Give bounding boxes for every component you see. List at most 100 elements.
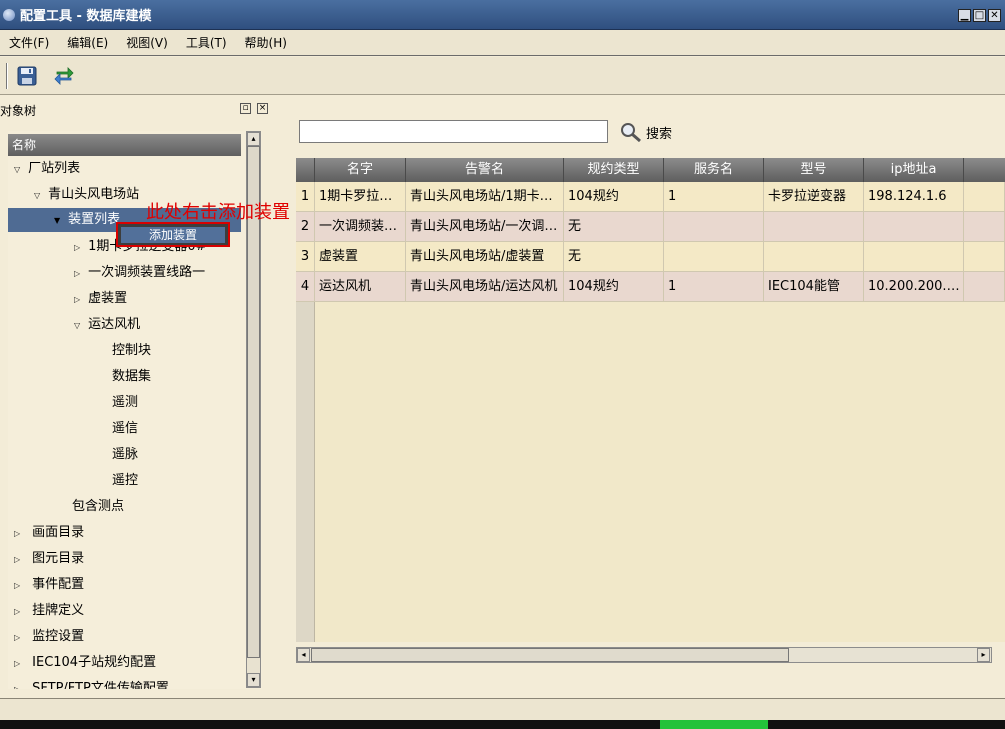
cell-service[interactable] (664, 212, 764, 242)
tree-item-station-list[interactable]: ▽ 厂站列表 (14, 157, 80, 181)
tree-column-header: 名称 (8, 134, 241, 156)
refresh-button[interactable] (51, 63, 77, 89)
table-row[interactable]: 4 运达风机 青山头风电场站/运达风机 104规约 1 IEC104能管 10.… (296, 272, 1005, 302)
scroll-thumb[interactable] (311, 648, 789, 662)
cell-service[interactable]: 1 (664, 272, 764, 302)
expand-triangle-icon[interactable]: ▷ (74, 236, 84, 260)
menu-tools[interactable]: 工具(T) (177, 34, 236, 51)
menu-help[interactable]: 帮助(H) (236, 34, 296, 51)
cell-protocol[interactable]: 104规约 (564, 182, 664, 212)
table-row[interactable]: 3 虚装置 青山头风电场站/虚装置 无 (296, 242, 1005, 272)
column-header-service[interactable]: 服务名 (664, 158, 764, 182)
expand-triangle-icon[interactable]: ▷ (14, 652, 24, 676)
tree-item-telesignal[interactable]: 遥信 (112, 417, 138, 441)
cell-model[interactable] (764, 242, 864, 272)
row-number: 1 (296, 182, 315, 212)
scroll-left-button[interactable]: ◂ (297, 648, 310, 662)
collapse-triangle-icon[interactable]: ▼ (54, 209, 64, 233)
cell-name[interactable]: 运达风机 (315, 272, 406, 302)
cell-ip[interactable]: 198.124.1.6 (864, 182, 964, 212)
tree-item-included-points[interactable]: 包含测点 (72, 495, 124, 519)
collapse-triangle-icon[interactable]: ▽ (14, 158, 24, 182)
menu-edit[interactable]: 编辑(E) (58, 34, 117, 51)
minimize-button[interactable]: ▁ (958, 9, 971, 22)
tree-item-symbol-catalog[interactable]: ▷ 图元目录 (14, 547, 84, 571)
toolbar-grip[interactable] (6, 62, 8, 89)
scroll-up-button[interactable]: ▴ (247, 132, 260, 146)
float-panel-icon[interactable]: ▫ (240, 103, 251, 114)
cell-ip[interactable]: 10.200.200.… (864, 272, 964, 302)
tree-item-virtual-device[interactable]: ▷ 虚装置 (74, 287, 127, 311)
cell-alarm-name[interactable]: 青山头风电场站/1期卡… (406, 182, 564, 212)
save-button[interactable] (14, 63, 40, 89)
column-header-protocol[interactable]: 规约类型 (564, 158, 664, 182)
tree-item-event-config[interactable]: ▷ 事件配置 (14, 573, 84, 597)
cell-alarm-name[interactable]: 青山头风电场站/虚装置 (406, 242, 564, 272)
expand-triangle-icon[interactable]: ▷ (74, 262, 84, 286)
menu-file[interactable]: 文件(F) (0, 34, 58, 51)
scroll-right-button[interactable]: ▸ (977, 648, 990, 662)
tree-item-telecontrol[interactable]: 遥控 (112, 469, 138, 493)
search-button[interactable]: 搜索 (620, 122, 672, 142)
tree-item-control-block[interactable]: 控制块 (112, 339, 151, 363)
tree-item-sftp-config[interactable]: ▷ SFTP/FTP文件传输配置 (14, 677, 169, 689)
refresh-arrows-icon (54, 66, 74, 85)
tree-item-dataset[interactable]: 数据集 (112, 365, 151, 389)
cell-name[interactable]: 一次调频装置… (315, 212, 406, 242)
cell-name[interactable]: 虚装置 (315, 242, 406, 272)
tree-item-telepulse[interactable]: 遥脉 (112, 443, 138, 467)
close-button[interactable]: ✕ (988, 9, 1001, 22)
expand-triangle-icon[interactable]: ▷ (74, 288, 84, 312)
cell-ip[interactable] (864, 212, 964, 242)
cell-model[interactable]: 卡罗拉逆变器 (764, 182, 864, 212)
tree-item-label: 遥测 (112, 395, 139, 410)
tree-item-station[interactable]: ▽ 青山头风电场站 (34, 183, 139, 207)
close-panel-icon[interactable]: × (257, 103, 268, 114)
tree-item-device-list[interactable]: ▼ 装置列表 (54, 208, 120, 232)
menu-view[interactable]: 视图(V) (117, 34, 177, 51)
taskbar-active-item[interactable] (660, 720, 768, 729)
cell-model[interactable]: IEC104能管 (764, 272, 864, 302)
collapse-triangle-icon[interactable]: ▽ (34, 184, 44, 208)
search-input[interactable] (299, 120, 608, 143)
cell-name[interactable]: 1期卡罗拉逆变 (315, 182, 406, 212)
table-header: 名字 告警名 规约类型 服务名 型号 ip地址a (296, 158, 1005, 182)
maximize-button[interactable]: □ (973, 9, 986, 22)
expand-triangle-icon[interactable]: ▷ (14, 522, 24, 546)
column-header-ip[interactable]: ip地址a (864, 158, 964, 182)
cell-service[interactable]: 1 (664, 182, 764, 212)
tree-item-label: 青山头风电场站 (48, 187, 140, 202)
tree-item-tag-definition[interactable]: ▷ 挂牌定义 (14, 599, 84, 623)
tree-item-iec104-config[interactable]: ▷ IEC104子站规约配置 (14, 651, 156, 675)
object-tree-title: 对象树 (0, 104, 37, 118)
cell-protocol[interactable]: 无 (564, 212, 664, 242)
column-header-name[interactable]: 名字 (315, 158, 406, 182)
cell-service[interactable] (664, 242, 764, 272)
tree-item-telemetry[interactable]: 遥测 (112, 391, 138, 415)
expand-triangle-icon[interactable]: ▷ (14, 626, 24, 650)
cell-alarm-name[interactable]: 青山头风电场站/一次调… (406, 212, 564, 242)
expand-triangle-icon[interactable]: ▷ (14, 574, 24, 598)
tree-item-freq-device[interactable]: ▷ 一次调频装置线路一 (74, 261, 205, 285)
table-horizontal-scrollbar[interactable]: ◂ ▸ (296, 647, 992, 663)
column-header-model[interactable]: 型号 (764, 158, 864, 182)
cell-model[interactable] (764, 212, 864, 242)
scroll-down-button[interactable]: ▾ (247, 673, 260, 687)
cell-protocol[interactable]: 104规约 (564, 272, 664, 302)
cell-blank (964, 242, 1005, 272)
context-menu-add-device[interactable]: 添加装置 (121, 227, 225, 243)
expand-triangle-icon[interactable]: ▷ (14, 548, 24, 572)
cell-alarm-name[interactable]: 青山头风电场站/运达风机 (406, 272, 564, 302)
table-row[interactable]: 2 一次调频装置… 青山头风电场站/一次调… 无 (296, 212, 1005, 242)
tree-item-monitor-settings[interactable]: ▷ 监控设置 (14, 625, 84, 649)
expand-triangle-icon[interactable]: ▷ (14, 600, 24, 624)
column-header-alarm-name[interactable]: 告警名 (406, 158, 564, 182)
cell-ip[interactable] (864, 242, 964, 272)
cell-protocol[interactable]: 无 (564, 242, 664, 272)
table-row[interactable]: 1 1期卡罗拉逆变 青山头风电场站/1期卡… 104规约 1 卡罗拉逆变器 19… (296, 182, 1005, 212)
tree-item-wind-turbine[interactable]: ▽ 运达风机 (74, 313, 140, 337)
expand-triangle-icon[interactable]: ▷ (14, 678, 24, 689)
tree-item-screen-catalog[interactable]: ▷ 画面目录 (14, 521, 84, 545)
save-disk-icon (17, 66, 37, 85)
collapse-triangle-icon[interactable]: ▽ (74, 314, 84, 338)
